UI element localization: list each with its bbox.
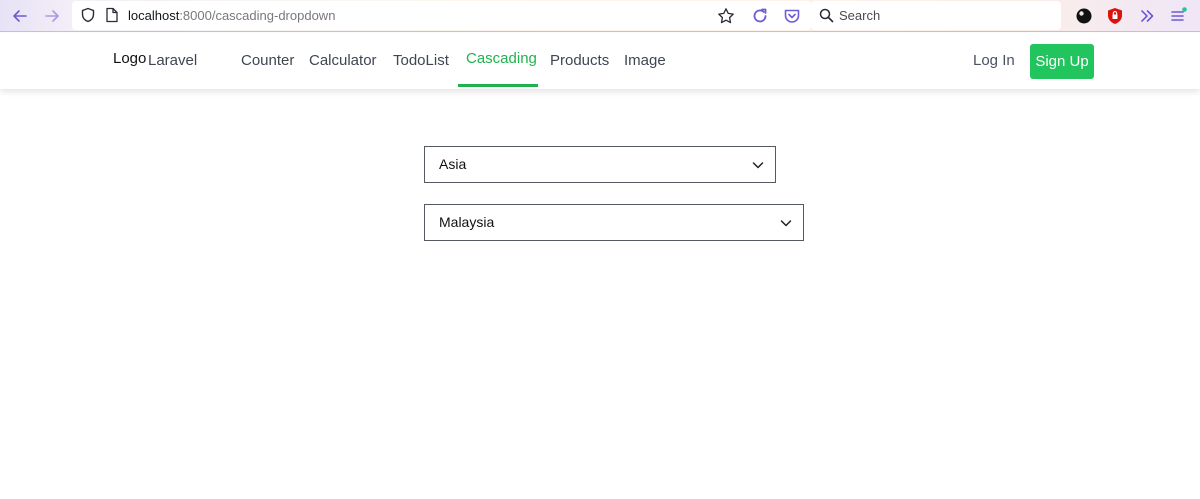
url-path: :8000/cascading-dropdown [179,8,336,23]
bookmark-star-icon[interactable] [716,6,736,26]
nav-link-todolist[interactable]: TodoList [393,52,449,69]
extension-ball-icon[interactable] [1074,6,1094,26]
reload-icon[interactable] [750,6,770,26]
country-select[interactable]: Malaysia [424,204,804,241]
continent-selected-value: Asia [439,156,467,172]
overflow-chevrons-icon[interactable] [1137,6,1157,26]
chevron-down-icon [780,220,792,227]
search-field[interactable]: Search [811,1,1061,30]
active-tab-indicator [458,84,538,87]
url-host: localhost [128,8,180,23]
menu-hamburger-icon[interactable] [1168,6,1188,26]
continent-select[interactable]: Asia [424,146,776,183]
page-icon[interactable] [103,6,121,24]
back-arrow-icon[interactable] [10,6,30,26]
search-placeholder: Search [839,8,881,23]
login-link[interactable]: Log In [973,52,1015,69]
nav-link-cascading[interactable]: Cascading [466,50,537,67]
nav-link-products[interactable]: Products [550,52,609,69]
pocket-icon[interactable] [782,6,802,26]
url-text[interactable]: localhost:8000/cascading-dropdown [128,8,335,23]
forward-arrow-icon[interactable] [42,6,62,26]
brand-name[interactable]: Laravel [148,52,197,69]
nav-link-counter[interactable]: Counter [241,52,294,69]
search-icon [819,8,834,28]
nav-link-calculator[interactable]: Calculator [309,52,377,69]
shield-icon[interactable] [79,6,97,24]
signup-button[interactable]: Sign Up [1030,44,1094,79]
ublock-shield-icon[interactable] [1105,6,1125,26]
logo[interactable]: Logo [113,50,146,67]
site-navbar: Logo Laravel Counter Calculator TodoList… [0,33,1200,89]
nav-link-image[interactable]: Image [624,52,666,69]
chevron-down-icon [752,162,764,169]
country-selected-value: Malaysia [439,214,495,230]
browser-toolbar: localhost:8000/cascading-dropdown Search [0,0,1200,32]
